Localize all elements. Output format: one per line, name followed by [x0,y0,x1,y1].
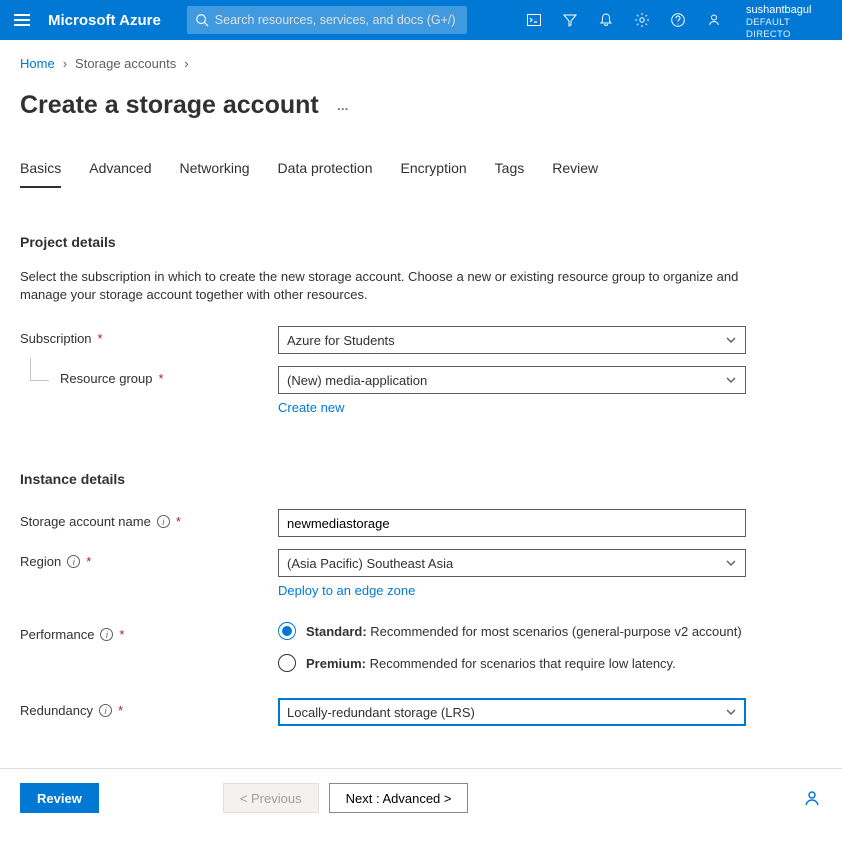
help-icon[interactable] [660,0,696,40]
region-value: (Asia Pacific) Southeast Asia [287,556,453,571]
tab-networking[interactable]: Networking [180,154,250,188]
wizard-footer: Review < Previous Next : Advanced > [0,768,842,827]
hamburger-icon[interactable] [14,10,34,30]
user-directory: DEFAULT DIRECTO [746,17,832,40]
info-icon[interactable]: i [99,704,112,717]
chevron-down-icon [725,334,737,346]
required-asterisk: * [118,703,123,718]
radio-premium-label: Premium: Recommended for scenarios that … [306,656,676,671]
storage-name-label-text: Storage account name [20,514,151,529]
azure-top-bar: Microsoft Azure Search resources, servic… [0,0,842,40]
user-name: sushantbagul [746,4,832,17]
tab-review[interactable]: Review [552,154,598,188]
storage-name-input-wrap [278,509,746,537]
chevron-down-icon [725,374,737,386]
row-performance: Performance i * Standard: Recommended fo… [20,622,822,686]
region-label-text: Region [20,554,61,569]
radio-premium-rest: Recommended for scenarios that require l… [366,656,676,671]
breadcrumb-home[interactable]: Home [20,56,55,71]
region-label: Region i * [20,549,278,569]
page-content: Home › Storage accounts › Create a stora… [0,40,842,726]
storage-name-label: Storage account name i * [20,509,278,529]
review-button[interactable]: Review [20,783,99,813]
redundancy-value: Locally-redundant storage (LRS) [287,705,475,720]
directory-filter-icon[interactable] [552,0,588,40]
feedback-agent-icon[interactable] [802,788,822,808]
resource-group-label-text: Resource group [60,371,153,386]
deploy-edge-link[interactable]: Deploy to an edge zone [278,583,415,598]
radio-standard-bold: Standard: [306,624,367,639]
subscription-label-text: Subscription [20,331,92,346]
top-icon-bar [516,0,732,40]
row-region: Region i * (Asia Pacific) Southeast Asia… [20,549,822,598]
chevron-right-icon: › [63,56,67,71]
notifications-icon[interactable] [588,0,624,40]
redundancy-label-text: Redundancy [20,703,93,718]
brand-label[interactable]: Microsoft Azure [48,12,161,29]
storage-name-input[interactable] [287,516,717,531]
info-icon[interactable]: i [67,555,80,568]
subscription-select[interactable]: Azure for Students [278,326,746,354]
subscription-label: Subscription * [20,326,278,346]
required-asterisk: * [86,554,91,569]
page-title-row: Create a storage account … [20,91,822,120]
feedback-icon[interactable] [696,0,732,40]
page-title: Create a storage account [20,91,319,120]
search-placeholder: Search resources, services, and docs (G+… [215,13,456,27]
breadcrumb-storage[interactable]: Storage accounts [75,56,176,71]
more-actions-icon[interactable]: … [337,99,351,113]
resource-group-label: Resource group * [60,366,278,386]
required-asterisk: * [98,331,103,346]
radio-premium[interactable] [278,654,296,672]
section-project-details: Project details Select the subscription … [20,234,822,415]
redundancy-label: Redundancy i * [20,698,278,718]
section-instance-details: Instance details Storage account name i … [20,471,822,726]
next-button[interactable]: Next : Advanced > [329,783,469,813]
info-icon[interactable]: i [157,515,170,528]
tab-basics[interactable]: Basics [20,154,61,188]
create-new-link[interactable]: Create new [278,400,344,415]
resource-group-value: (New) media-application [287,373,427,388]
radio-standard[interactable] [278,622,296,640]
instance-details-heading: Instance details [20,471,822,487]
info-icon[interactable]: i [100,628,113,641]
wizard-tabs: Basics Advanced Networking Data protecti… [20,154,822,188]
row-redundancy: Redundancy i * Locally-redundant storage… [20,698,822,726]
breadcrumb: Home › Storage accounts › [20,56,822,71]
required-asterisk: * [159,371,164,386]
row-resource-group: Resource group * (New) media-application… [20,366,822,415]
radio-premium-bold: Premium: [306,656,366,671]
required-asterisk: * [119,627,124,642]
previous-button: < Previous [223,783,319,813]
subscription-value: Azure for Students [287,333,395,348]
tab-tags[interactable]: Tags [495,154,525,188]
performance-label-text: Performance [20,627,94,642]
redundancy-select[interactable]: Locally-redundant storage (LRS) [278,698,746,726]
chevron-down-icon [725,557,737,569]
cloud-shell-icon[interactable] [516,0,552,40]
tab-encryption[interactable]: Encryption [401,154,467,188]
performance-label: Performance i * [20,622,278,642]
radio-standard-row[interactable]: Standard: Recommended for most scenarios… [278,622,746,640]
row-storage-name: Storage account name i * [20,509,822,537]
project-details-helper: Select the subscription in which to crea… [20,268,760,304]
radio-premium-row[interactable]: Premium: Recommended for scenarios that … [278,654,746,672]
tab-advanced[interactable]: Advanced [89,154,151,188]
region-select[interactable]: (Asia Pacific) Southeast Asia [278,549,746,577]
project-details-heading: Project details [20,234,822,250]
radio-standard-label: Standard: Recommended for most scenarios… [306,624,742,639]
global-search[interactable]: Search resources, services, and docs (G+… [187,6,467,34]
resource-group-select[interactable]: (New) media-application [278,366,746,394]
tab-data-protection[interactable]: Data protection [278,154,373,188]
required-asterisk: * [176,514,181,529]
row-subscription: Subscription * Azure for Students [20,326,822,354]
radio-standard-rest: Recommended for most scenarios (general-… [367,624,742,639]
settings-icon[interactable] [624,0,660,40]
chevron-down-icon [725,706,737,718]
chevron-right-icon: › [184,56,188,71]
user-account-block[interactable]: sushantbagul DEFAULT DIRECTO [740,0,834,40]
search-icon [195,13,209,27]
